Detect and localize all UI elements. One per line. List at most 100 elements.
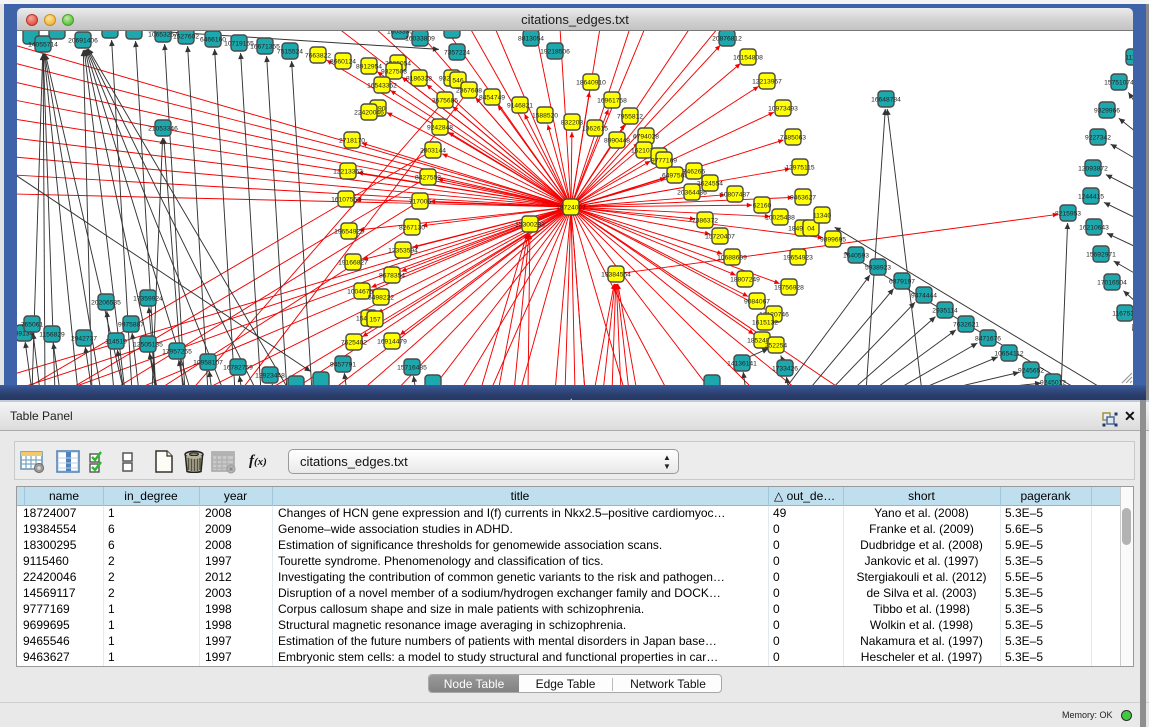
svg-text:9777169: 9777169 [651, 157, 677, 164]
svg-text:19218506: 19218506 [540, 48, 570, 55]
svg-text:1167533: 1167533 [1112, 310, 1133, 317]
svg-text:20206535: 20206535 [91, 299, 121, 306]
svg-text:1244415: 1244415 [1078, 193, 1104, 200]
svg-text:10958107: 10958107 [193, 359, 223, 366]
svg-text:16543362: 16543362 [367, 82, 397, 89]
svg-text:9463627: 9463627 [790, 194, 816, 201]
svg-text:16210643: 16210643 [1079, 224, 1109, 231]
svg-text:04: 04 [807, 225, 815, 232]
svg-text:8813054: 8813054 [518, 35, 544, 42]
svg-text:9329966: 9329966 [1094, 107, 1120, 114]
svg-text:12353594: 12353594 [388, 247, 418, 254]
svg-text:8267130: 8267130 [399, 224, 425, 231]
svg-text:20876812: 20876812 [712, 35, 742, 42]
svg-text:2718170: 2718170 [339, 137, 365, 144]
svg-text:16961758: 16961758 [597, 97, 627, 104]
svg-text:62160: 62160 [753, 202, 772, 209]
svg-text:9245652: 9245652 [1018, 367, 1044, 374]
svg-text:114519: 114519 [105, 338, 127, 345]
svg-text:10688609: 10688609 [717, 254, 747, 261]
svg-text:3624554: 3624554 [697, 180, 723, 187]
svg-text:12975115: 12975115 [785, 164, 815, 171]
svg-text:5938923: 5938923 [865, 264, 891, 271]
svg-text:14136141: 14136141 [727, 360, 757, 367]
svg-text:2935114: 2935114 [932, 307, 958, 314]
svg-text:8186328: 8186328 [406, 75, 432, 82]
svg-text:8471676: 8471676 [975, 335, 1001, 342]
svg-text:7515524: 7515524 [277, 48, 303, 55]
svg-text:8454749: 8454749 [479, 94, 505, 101]
svg-text:20691406: 20691406 [68, 37, 98, 44]
svg-text:9327503: 9327503 [381, 68, 407, 75]
svg-text:17016504: 17016504 [1097, 279, 1127, 286]
svg-text:16671355: 16671355 [250, 43, 280, 50]
svg-text:9227342: 9227342 [1085, 134, 1111, 141]
svg-text:9975887: 9975887 [118, 321, 144, 328]
svg-text:8660124: 8660124 [330, 58, 356, 65]
svg-text:19756928: 19756928 [774, 284, 804, 291]
svg-text:8427552: 8427552 [415, 174, 441, 181]
svg-text:12505135: 12505135 [133, 341, 163, 348]
svg-text:8990448: 8990448 [604, 137, 630, 144]
svg-text:11340: 11340 [813, 212, 831, 219]
svg-text:12213967: 12213967 [752, 78, 782, 85]
svg-text:7625402: 7625402 [341, 339, 367, 346]
svg-text:12213363: 12213363 [333, 168, 363, 175]
svg-text:10807487: 10807487 [720, 191, 750, 198]
svg-text:2942737: 2942737 [71, 335, 97, 342]
svg-text:2803144: 2803144 [420, 147, 446, 154]
svg-text:11173: 11173 [1125, 54, 1133, 61]
svg-text:16782759: 16782759 [223, 364, 253, 371]
svg-text:1640593: 1640593 [843, 252, 869, 259]
svg-text:7632621: 7632621 [953, 321, 979, 328]
svg-text:10654112: 10654112 [994, 350, 1024, 357]
svg-text:717006: 717006 [409, 198, 432, 205]
svg-text:7357224: 7357224 [444, 49, 470, 56]
svg-text:16154808: 16154808 [733, 54, 763, 61]
svg-text:15720407: 15720407 [705, 233, 735, 240]
svg-text:765061: 765061 [21, 321, 44, 328]
svg-text:8215953: 8215953 [1055, 210, 1081, 217]
svg-text:1527602: 1527602 [173, 33, 199, 40]
svg-text:16914479: 16914479 [377, 338, 407, 345]
svg-text:3675685: 3675685 [432, 97, 458, 104]
svg-text:10025438: 10025438 [765, 214, 795, 221]
svg-text:19166827: 19166827 [338, 259, 368, 266]
svg-text:6379197: 6379197 [889, 278, 915, 285]
svg-text:7955812: 7955812 [617, 113, 643, 120]
svg-text:15300293: 15300293 [515, 221, 545, 228]
svg-text:21053346: 21053346 [148, 125, 178, 132]
svg-text:1733426: 1733426 [772, 365, 798, 372]
svg-text:252254: 252254 [765, 342, 788, 349]
svg-text:157: 157 [369, 316, 380, 323]
svg-text:832203: 832203 [561, 119, 584, 126]
svg-text:6466160: 6466160 [200, 36, 226, 43]
svg-text:17957255: 17957255 [162, 348, 192, 355]
svg-text:16648784: 16648784 [871, 96, 901, 103]
svg-text:9084067: 9084067 [744, 298, 770, 305]
svg-text:1588520: 1588520 [532, 112, 558, 119]
svg-text:10973493: 10973493 [768, 105, 798, 112]
svg-text:9146821: 9146821 [507, 102, 533, 109]
svg-text:7485063: 7485063 [780, 134, 806, 141]
svg-text:7386372: 7386372 [692, 217, 718, 224]
svg-text:18640910: 18640910 [576, 79, 606, 86]
svg-text:1156829: 1156829 [39, 331, 65, 338]
svg-text:12923448: 12923448 [255, 372, 285, 379]
svg-text:5498222: 5498222 [368, 294, 394, 301]
svg-text:1615132: 1615132 [752, 319, 778, 326]
svg-text:16107553: 16107553 [331, 196, 361, 203]
svg-text:9899695: 9899695 [820, 236, 846, 243]
svg-text:15751074: 15751074 [1104, 79, 1133, 86]
svg-text:19384554: 19384554 [601, 271, 631, 278]
svg-text:19654923: 19654923 [783, 254, 813, 261]
svg-text:15692971: 15692971 [1086, 251, 1116, 258]
svg-text:9245012: 9245012 [1040, 379, 1066, 385]
svg-text:9242848: 9242848 [427, 124, 453, 131]
svg-text:9457791: 9457791 [330, 361, 356, 368]
svg-text:16033809: 16033809 [405, 35, 435, 42]
svg-text:15716485: 15716485 [397, 364, 427, 371]
svg-text:18807249: 18807249 [730, 276, 760, 283]
svg-text:8678354: 8678354 [379, 272, 405, 279]
svg-text:18724007: 18724007 [556, 204, 586, 211]
